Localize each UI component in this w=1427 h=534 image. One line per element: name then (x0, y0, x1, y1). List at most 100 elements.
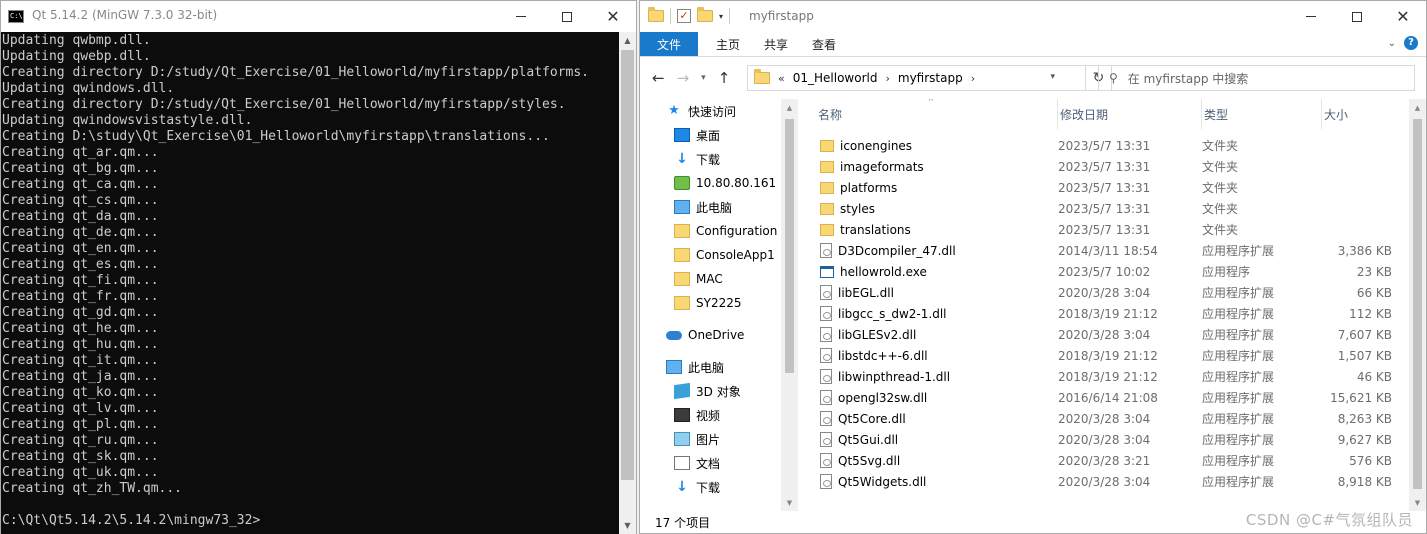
nav-item[interactable]: 桌面📌 (640, 123, 797, 147)
file-row[interactable]: opengl32sw.dll 2016/6/14 21:08 应用程序扩展 15,62… (798, 387, 1414, 408)
scrollbar-thumb[interactable] (785, 119, 794, 373)
console-window[interactable]: Qt 5.14.2 (MinGW 7.3.0 32-bit) ✕ Updatin… (0, 0, 637, 534)
file-explorer-window[interactable]: ✓ ▾ myfirstapp ✕ 文件 主页 共享 查看 ⌄ ? ← → ▾ ↑ (639, 0, 1427, 534)
recent-locations-icon[interactable]: ▾ (701, 73, 706, 83)
scroll-up-icon[interactable]: ▲ (781, 99, 798, 116)
customize-toolbar-icon[interactable]: ▾ (719, 12, 723, 21)
nav-item[interactable]: OneDrive (640, 323, 797, 347)
scroll-up-icon[interactable]: ▲ (1409, 99, 1426, 116)
help-icon[interactable]: ? (1404, 36, 1418, 50)
column-date[interactable]: 修改日期 (1058, 99, 1202, 129)
tab-file[interactable]: 文件 (640, 32, 698, 56)
close-button[interactable]: ✕ (590, 1, 636, 32)
file-date: 2023/5/7 13:31 (1058, 180, 1151, 195)
nav-item[interactable]: Configuration (640, 219, 797, 243)
expand-ribbon-icon[interactable]: ⌄ (1388, 38, 1396, 49)
breadcrumb-item[interactable]: myfirstapp (898, 71, 963, 85)
console-titlebar[interactable]: Qt 5.14.2 (MinGW 7.3.0 32-bit) ✕ (1, 1, 636, 32)
forward-arrow-icon[interactable]: → (677, 69, 690, 87)
up-arrow-icon[interactable]: ↑ (718, 69, 731, 87)
column-size-label: 大小 (1324, 107, 1349, 122)
chevron-down-icon[interactable]: ▾ (1050, 72, 1055, 82)
breadcrumb-item[interactable]: 01_Helloworld (793, 71, 878, 85)
file-type: 应用程序扩展 (1202, 454, 1275, 468)
console-line: Creating qt_uk.qm... (2, 465, 159, 480)
file-row[interactable]: iconengines 2023/5/7 13:31 文件夹 (798, 135, 1414, 156)
chevron-right-icon[interactable]: › (971, 72, 975, 85)
file-row[interactable]: imageformats 2023/5/7 13:31 文件夹 (798, 156, 1414, 177)
minimize-button[interactable] (1288, 1, 1334, 32)
nav-item[interactable]: ★ 快速访问 (640, 99, 797, 123)
explorer-titlebar[interactable]: ✓ ▾ myfirstapp ✕ (640, 1, 1426, 32)
file-name: Qt5Svg.dll (838, 453, 901, 468)
nav-item[interactable]: ConsoleApp1 (640, 243, 797, 267)
file-row[interactable]: platforms 2023/5/7 13:31 文件夹 (798, 177, 1414, 198)
file-row[interactable]: libEGL.dll 2020/3/28 3:04 应用程序扩展 66 KB (798, 282, 1414, 303)
scroll-up-icon[interactable]: ▲ (619, 32, 636, 49)
tab-share[interactable]: 共享 (752, 32, 800, 56)
tab-home[interactable]: 主页 (704, 32, 752, 56)
quick-access-toolbar: ✓ ▾ (648, 7, 731, 24)
file-row[interactable]: libgcc_s_dw2-1.dll 2018/3/19 21:12 应用程序扩展 1… (798, 303, 1414, 324)
file-list-scrollbar[interactable]: ▲ ▼ (1409, 99, 1426, 511)
file-row[interactable]: Qt5Core.dll 2020/3/28 3:04 应用程序扩展 8,263 KB (798, 408, 1414, 429)
file-name: translations (840, 222, 911, 237)
nav-item[interactable]: 3D 对象 (640, 379, 797, 403)
file-type: 应用程序扩展 (1202, 391, 1275, 405)
properties-icon[interactable]: ✓ (677, 9, 691, 23)
scrollbar-thumb[interactable] (1413, 119, 1422, 489)
scrollbar-thumb[interactable] (621, 50, 634, 480)
navigation-pane[interactable]: ★快速访问桌面📌↓下载📌10.80.80.161📌此电脑📌Configurati… (640, 99, 797, 511)
ribbon-tabs: 文件 主页 共享 查看 ⌄ ? (640, 32, 1426, 57)
file-type: 应用程序扩展 (1202, 286, 1275, 300)
nav-item[interactable]: 10.80.80.161📌 (640, 171, 797, 195)
file-row[interactable]: libwinpthread-1.dll 2018/3/19 21:12 应用程序扩展… (798, 366, 1414, 387)
nav-item[interactable]: 此电脑 (640, 355, 797, 379)
column-size[interactable]: 大小 (1322, 99, 1414, 129)
file-list[interactable]: ^ 名称 修改日期 类型 大小 iconengines 2023/5/7 13:3… (798, 99, 1426, 511)
chevron-right-icon[interactable]: › (885, 72, 889, 85)
minimize-icon (1306, 16, 1316, 17)
file-date: 2023/5/7 10:02 (1058, 264, 1151, 279)
console-line: Updating qwindowsvistastyle.dll. (2, 113, 253, 128)
nav-item[interactable]: ↓下载📌 (640, 147, 797, 171)
scroll-down-icon[interactable]: ▼ (619, 517, 636, 534)
file-date: 2018/3/19 21:12 (1058, 348, 1158, 363)
nav-item[interactable]: 视频 (640, 403, 797, 427)
nav-item[interactable]: SY2225 (640, 291, 797, 315)
nav-item[interactable]: ↓ 下载 (640, 475, 797, 499)
file-row[interactable]: libstdc++-6.dll 2018/3/19 21:12 应用程序扩展 1,50… (798, 345, 1414, 366)
maximize-button[interactable] (544, 1, 590, 32)
address-bar[interactable]: « 01_Helloworld › myfirstapp › ▾ (747, 65, 1086, 91)
file-row[interactable]: D3Dcompiler_47.dll 2014/3/11 18:54 应用程序扩展 3… (798, 240, 1414, 261)
file-row[interactable]: Qt5Gui.dll 2020/3/28 3:04 应用程序扩展 9,627 KB (798, 429, 1414, 450)
file-row[interactable]: styles 2023/5/7 13:31 文件夹 (798, 198, 1414, 219)
file-name: iconengines (840, 138, 913, 153)
column-type[interactable]: 类型 (1202, 99, 1322, 129)
file-row[interactable]: hellowrold.exe 2023/5/7 10:02 应用程序 23 KB (798, 261, 1414, 282)
nav-item[interactable]: 此电脑📌 (640, 195, 797, 219)
search-input[interactable]: ⚲ 在 myfirstapp 中搜索 (1098, 65, 1415, 91)
nav-item-label: 3D 对象 (696, 384, 741, 399)
navigation-scrollbar[interactable]: ▲ ▼ (781, 99, 798, 511)
console-scrollbar[interactable]: ▲ ▼ (619, 32, 636, 534)
file-row[interactable]: Qt5Svg.dll 2020/3/28 3:21 应用程序扩展 576 KB (798, 450, 1414, 471)
new-folder-icon[interactable] (697, 7, 713, 22)
item-count: 17 个项目 (655, 515, 711, 530)
nav-item[interactable]: 文档 (640, 451, 797, 475)
console-output[interactable]: Updating qwbmp.dll. Updating qwebp.dll. Cr… (1, 32, 620, 534)
file-row[interactable]: translations 2023/5/7 13:31 文件夹 (798, 219, 1414, 240)
scroll-down-icon[interactable]: ▼ (781, 494, 798, 511)
file-row[interactable]: libGLESv2.dll 2020/3/28 3:04 应用程序扩展 7,607 K… (798, 324, 1414, 345)
column-name[interactable]: ^ 名称 (798, 99, 1058, 129)
nav-item[interactable]: MAC (640, 267, 797, 291)
file-type: 文件夹 (1202, 223, 1239, 237)
tab-view[interactable]: 查看 (800, 32, 848, 56)
maximize-button[interactable] (1334, 1, 1380, 32)
minimize-button[interactable] (498, 1, 544, 32)
back-arrow-icon[interactable]: ← (652, 69, 665, 87)
file-row[interactable]: Qt5Widgets.dll 2020/3/28 3:04 应用程序扩展 8,918 … (798, 471, 1414, 492)
nav-item[interactable]: 图片 (640, 427, 797, 451)
close-button[interactable]: ✕ (1380, 1, 1426, 32)
breadcrumb-overflow[interactable]: « (778, 72, 785, 85)
